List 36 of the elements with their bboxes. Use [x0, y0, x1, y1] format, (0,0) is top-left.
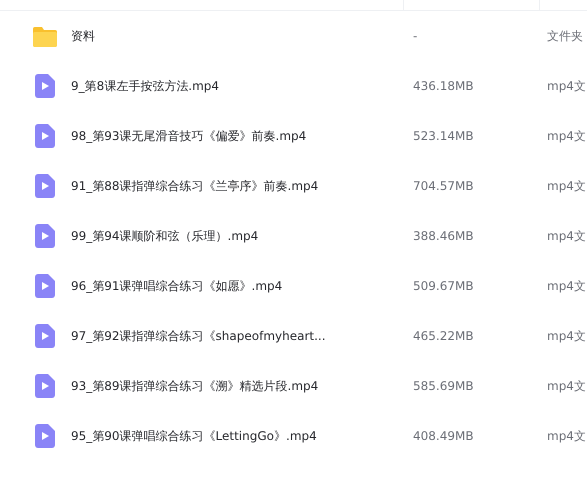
file-type: mp4文	[547, 428, 587, 444]
file-type: 文件夹	[547, 28, 584, 44]
file-size: 704.57MB	[413, 179, 475, 193]
file-type: mp4文	[547, 278, 587, 294]
video-file-icon	[34, 274, 54, 298]
video-file-icon	[34, 424, 54, 448]
video-file-icon	[34, 124, 54, 148]
file-type: mp4文	[547, 178, 587, 194]
file-name[interactable]: 93_第89课指弹综合练习《溯》精选片段.mp4	[71, 378, 413, 394]
file-name[interactable]: 96_第91课弹唱综合练习《如愿》.mp4	[71, 278, 413, 294]
file-size: 436.18MB	[413, 79, 475, 93]
file-size: -	[413, 29, 418, 43]
file-size: 509.67MB	[413, 279, 475, 293]
file-type: mp4文	[547, 328, 587, 344]
video-file-icon	[34, 74, 54, 98]
file-name[interactable]: 9_第8课左手按弦方法.mp4	[71, 78, 413, 94]
file-size: 585.69MB	[413, 379, 475, 393]
file-type: mp4文	[547, 128, 587, 144]
file-name[interactable]: 91_第88课指弹综合练习《兰亭序》前奏.mp4	[71, 178, 413, 194]
video-file-icon	[34, 324, 54, 348]
file-name[interactable]: 97_第92课指弹综合练习《shapeofmyheart...	[71, 328, 413, 344]
folder-icon	[32, 25, 56, 47]
file-size: 408.49MB	[413, 429, 475, 443]
file-name[interactable]: 98_第93课无尾滑音技巧《偏爱》前奏.mp4	[71, 128, 413, 144]
file-type: mp4文	[547, 78, 587, 94]
file-type: mp4文	[547, 228, 587, 244]
file-size: 465.22MB	[413, 329, 475, 343]
file-size: 388.46MB	[413, 229, 475, 243]
video-file-icon	[34, 224, 54, 248]
file-size: 523.14MB	[413, 129, 475, 143]
file-name[interactable]: 95_第90课弹唱综合练习《LettingGo》.mp4	[71, 428, 413, 444]
file-name[interactable]: 99_第94课顺阶和弦（乐理）.mp4	[71, 228, 413, 244]
video-file-icon	[34, 374, 54, 398]
file-name[interactable]: 资料	[71, 28, 413, 44]
file-type: mp4文	[547, 378, 587, 394]
video-file-icon	[34, 174, 54, 198]
